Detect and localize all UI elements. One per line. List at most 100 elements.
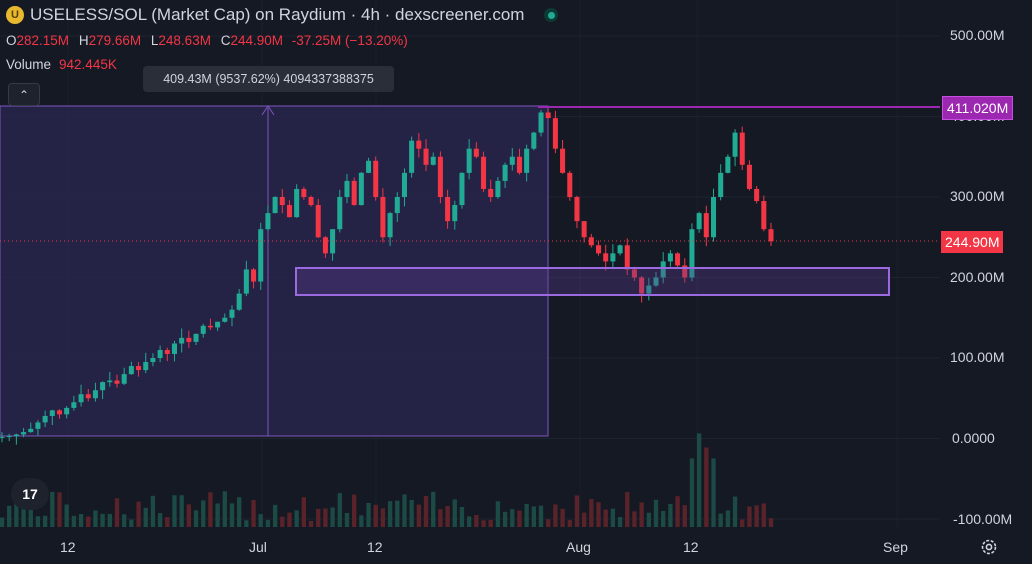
candle-body [416, 140, 422, 149]
volume-bar [481, 520, 486, 527]
support-zone-rectangle[interactable] [295, 267, 890, 296]
candle-body [243, 269, 249, 294]
candle-body [574, 197, 580, 222]
volume-bar [172, 495, 177, 527]
y-tick: 300.00M [950, 188, 1005, 204]
y-tick: 500.00M [950, 27, 1005, 43]
collapse-legend-button[interactable]: ⌃ [8, 83, 40, 106]
candle-body [56, 410, 63, 415]
volume-bar [280, 516, 285, 527]
volume-bar [639, 502, 644, 527]
volume-bar [517, 510, 522, 527]
candle-body [272, 197, 278, 214]
volume-bar [438, 509, 443, 527]
volume-bar [215, 503, 220, 527]
volume-bar [488, 519, 493, 527]
volume-bar [344, 512, 350, 527]
candle-body [337, 197, 343, 230]
tradingview-logo[interactable]: 17 [11, 478, 49, 510]
candle-body [739, 132, 745, 165]
close-label: C [220, 33, 231, 48]
chart-area[interactable]: U USELESS/SOL (Market Cap) on Raydium · … [0, 0, 1032, 564]
volume-bar [646, 512, 651, 527]
candle-body [380, 197, 386, 238]
volume-bar [452, 499, 457, 527]
volume-bar [7, 505, 12, 527]
volume-bar [186, 504, 192, 527]
volume-bar [445, 505, 450, 527]
volume-bar [359, 515, 364, 527]
candle-body [351, 180, 357, 206]
candle-body [315, 205, 321, 238]
y-tick: 100.00M [950, 349, 1005, 365]
candle-body [488, 188, 494, 197]
candle-body [186, 337, 192, 342]
volume-bar [466, 516, 472, 527]
volume-bar [553, 504, 558, 527]
candle-body [394, 197, 400, 214]
candle-body [28, 428, 34, 433]
candle-body [0, 436, 5, 438]
candle-body [768, 229, 774, 242]
volume-bar [653, 499, 659, 527]
candle-body [6, 436, 12, 438]
candle-body [552, 118, 558, 149]
chart-header: U USELESS/SOL (Market Cap) on Raydium · … [6, 5, 559, 25]
volume-bar [538, 505, 544, 527]
volume-bar [567, 520, 572, 527]
volume-bar [625, 492, 630, 527]
candle-body [100, 382, 106, 391]
candle-body [71, 402, 77, 408]
candle-body [114, 380, 120, 384]
candle-body [21, 432, 27, 435]
candle-body [595, 245, 602, 254]
volume-label: Volume [6, 57, 52, 72]
volume-bar [107, 513, 112, 527]
candle-body [265, 213, 271, 230]
candle-body [387, 213, 393, 238]
volume-bar [57, 492, 62, 527]
candle-body [128, 366, 134, 375]
candle-body [754, 188, 760, 202]
volume-bar [402, 494, 407, 527]
volume-bar [740, 519, 745, 527]
volume-bar [373, 504, 378, 527]
candle-body [581, 221, 587, 238]
volume-bar [603, 509, 608, 527]
gear-icon[interactable] [979, 537, 999, 557]
high-value: 279.66M [88, 33, 142, 48]
candle-body [401, 172, 407, 197]
volume-bar [366, 502, 371, 527]
x-tick: Jul [249, 539, 267, 555]
volume-bar [237, 497, 242, 527]
candle-body [675, 253, 681, 266]
volume-bar [157, 513, 163, 527]
candle-body [459, 172, 465, 206]
candle-body [85, 394, 91, 399]
coin-icon: U [6, 6, 24, 24]
candle-body [229, 309, 235, 318]
volume-bar [510, 509, 515, 527]
volume-bar [64, 504, 69, 527]
candle-body [279, 197, 285, 206]
live-status-icon [544, 8, 559, 22]
candle-body [200, 325, 206, 334]
candle-body [143, 362, 149, 371]
low-value: 248.63M [158, 33, 211, 48]
volume-bar [244, 520, 249, 527]
candle-body [215, 321, 221, 328]
volume-bar [387, 501, 393, 527]
candle-body [624, 245, 630, 270]
candle-body [545, 112, 551, 119]
volume-bar [71, 515, 77, 527]
volume-bar [316, 508, 321, 527]
candle-body [207, 325, 213, 328]
volume-bar [732, 496, 738, 527]
candle-body [222, 317, 228, 322]
candle-body [696, 213, 702, 230]
volume-bar [689, 458, 695, 527]
candle-body [179, 337, 185, 344]
volume-bar [380, 508, 386, 527]
volume-bar [416, 504, 421, 527]
candle-body [466, 148, 472, 173]
